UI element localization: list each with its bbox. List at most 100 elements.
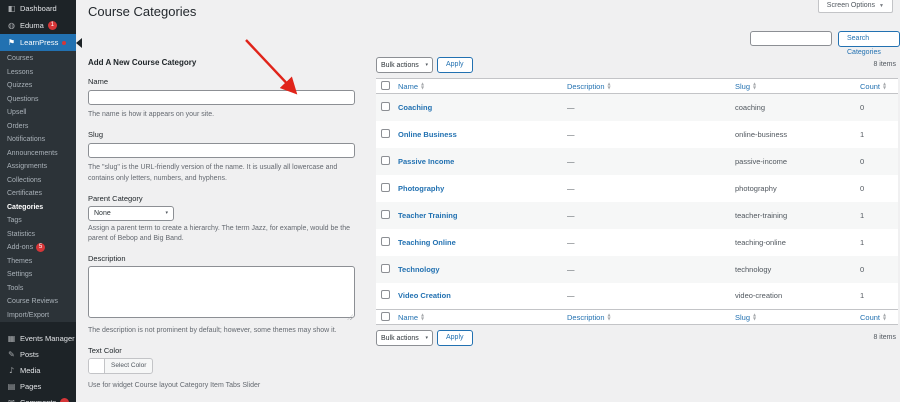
sort-icon: ▲▼ [421, 82, 424, 89]
page-title: Course Categories [88, 4, 196, 19]
category-description: — [563, 175, 731, 202]
column-label: Slug [735, 313, 750, 322]
category-count: 1 [856, 121, 898, 148]
submenu-item-themes[interactable]: Themes [0, 255, 76, 269]
submenu-item-announcements[interactable]: Announcements [0, 147, 76, 161]
submenu-item-collections[interactable]: Collections [0, 174, 76, 188]
submenu-item-import-export[interactable]: Import/Export [0, 309, 76, 323]
current-menu-arrow-icon [76, 38, 82, 48]
category-name-link[interactable]: Online Business [398, 130, 457, 139]
submenu-item-tags[interactable]: Tags [0, 214, 76, 228]
submenu-item-lessons[interactable]: Lessons [0, 66, 76, 80]
sidebar-item-pages[interactable]: ▤ Pages [0, 378, 76, 394]
submenu-item-assignments[interactable]: Assignments [0, 160, 76, 174]
submenu-item-statistics[interactable]: Statistics [0, 228, 76, 242]
sidebar-item-label: Dashboard [20, 4, 57, 13]
sidebar-item-media[interactable]: ♪ Media [0, 362, 76, 378]
row-checkbox[interactable] [381, 237, 390, 246]
submenu-item-tools[interactable]: Tools [0, 282, 76, 296]
apply-button[interactable]: Apply [437, 330, 473, 346]
row-checkbox[interactable] [381, 290, 390, 299]
sidebar-item-events-manager[interactable]: ▦ Events Manager [0, 330, 76, 346]
screen-options-button[interactable]: Screen Options ▼ [818, 0, 893, 13]
sort-by-name[interactable]: Name▲▼ [398, 313, 424, 322]
category-name-link[interactable]: Coaching [398, 103, 432, 112]
table-row: Coaching — coaching 0 [376, 94, 898, 121]
submenu-item-questions[interactable]: Questions [0, 93, 76, 107]
chevron-down-icon: ▾ [425, 62, 428, 68]
eduma-update-badge: 1 [48, 21, 57, 30]
eduma-icon: ◍ [7, 21, 16, 30]
row-checkbox[interactable] [381, 183, 390, 192]
submenu-item-quizzes[interactable]: Quizzes [0, 79, 76, 93]
select-all-checkbox[interactable] [381, 312, 390, 321]
resize-grip-icon[interactable] [347, 314, 353, 320]
bulk-actions-value: Bulk actions [381, 62, 419, 69]
learnpress-icon: ⚑ [7, 38, 16, 47]
category-name-link[interactable]: Teacher Training [398, 211, 457, 220]
parent-category-select[interactable]: None ▾ [88, 206, 174, 221]
tablenav-top: Bulk actions ▾ Apply 8 items [376, 57, 898, 75]
category-name-link[interactable]: Technology [398, 265, 440, 274]
sort-by-description[interactable]: Description▲▼ [567, 313, 611, 322]
sidebar-item-dashboard[interactable]: ◧ Dashboard [0, 0, 76, 17]
tablenav-bottom: Bulk actions ▾ Apply 8 items [376, 330, 898, 348]
sort-by-count[interactable]: Count▲▼ [860, 82, 886, 91]
row-checkbox[interactable] [381, 102, 390, 111]
search-categories-button[interactable]: Search Categories [838, 31, 900, 47]
bulk-actions-select[interactable]: Bulk actions ▾ [376, 330, 433, 346]
screen-options-label: Screen Options [827, 2, 875, 9]
category-name-link[interactable]: Video Creation [398, 291, 451, 300]
sidebar-item-label: Media [20, 366, 40, 375]
select-color-button[interactable]: Select Color [88, 358, 153, 374]
name-input[interactable] [88, 90, 355, 105]
submenu-item-categories[interactable]: Categories [0, 201, 76, 215]
sidebar-item-posts[interactable]: ✎ Posts [0, 346, 76, 362]
sidebar-item-eduma[interactable]: ◍ Eduma 1 [0, 17, 76, 34]
row-checkbox[interactable] [381, 156, 390, 165]
submenu-item-orders[interactable]: Orders [0, 120, 76, 134]
bulk-actions-select[interactable]: Bulk actions ▾ [376, 57, 433, 73]
category-slug: coaching [731, 94, 856, 121]
submenu-item-courses[interactable]: Courses [0, 52, 76, 66]
apply-button[interactable]: Apply [437, 57, 473, 73]
sidebar-item-label: Eduma [20, 21, 44, 30]
slug-input[interactable] [88, 143, 355, 158]
category-description: — [563, 283, 731, 310]
submenu-item-course-reviews[interactable]: Course Reviews [0, 295, 76, 309]
items-count: 8 items [873, 334, 896, 341]
row-checkbox[interactable] [381, 129, 390, 138]
sort-by-count[interactable]: Count▲▼ [860, 313, 886, 322]
submenu-item-label: Add-ons [7, 241, 33, 255]
color-swatch [89, 359, 105, 373]
posts-icon: ✎ [7, 350, 16, 359]
category-name-link[interactable]: Photography [398, 184, 444, 193]
column-label: Slug [735, 82, 750, 91]
addons-count-badge: 5 [36, 243, 45, 252]
category-description: — [563, 202, 731, 229]
category-name-link[interactable]: Passive Income [398, 157, 454, 166]
row-checkbox[interactable] [381, 264, 390, 273]
select-all-checkbox[interactable] [381, 81, 390, 90]
sidebar-item-comments[interactable]: ✉ Comments [0, 394, 76, 402]
slug-label: Slug [88, 130, 355, 139]
sort-by-slug[interactable]: Slug▲▼ [735, 313, 756, 322]
category-name-link[interactable]: Teaching Online [398, 238, 456, 247]
sidebar-item-learnpress[interactable]: ⚑ LearnPress [0, 34, 76, 51]
submenu-item-notifications[interactable]: Notifications [0, 133, 76, 147]
search-categories-input[interactable] [750, 31, 832, 46]
submenu-item-addons[interactable]: Add-ons 5 [0, 241, 76, 255]
submenu-item-upsell[interactable]: Upsell [0, 106, 76, 120]
submenu-item-certificates[interactable]: Certificates [0, 187, 76, 201]
learnpress-submenu: Courses Lessons Quizzes Questions Upsell… [0, 51, 76, 322]
row-checkbox[interactable] [381, 210, 390, 219]
sort-by-slug[interactable]: Slug▲▼ [735, 82, 756, 91]
column-label: Description [567, 82, 605, 91]
name-field-group: Name The name is how it appears on your … [88, 77, 355, 121]
sort-by-description[interactable]: Description▲▼ [567, 82, 611, 91]
category-description: — [563, 121, 731, 148]
name-help-text: The name is how it appears on your site. [88, 110, 355, 121]
description-textarea[interactable] [88, 266, 355, 318]
sort-by-name[interactable]: Name▲▼ [398, 82, 424, 91]
submenu-item-settings[interactable]: Settings [0, 268, 76, 282]
